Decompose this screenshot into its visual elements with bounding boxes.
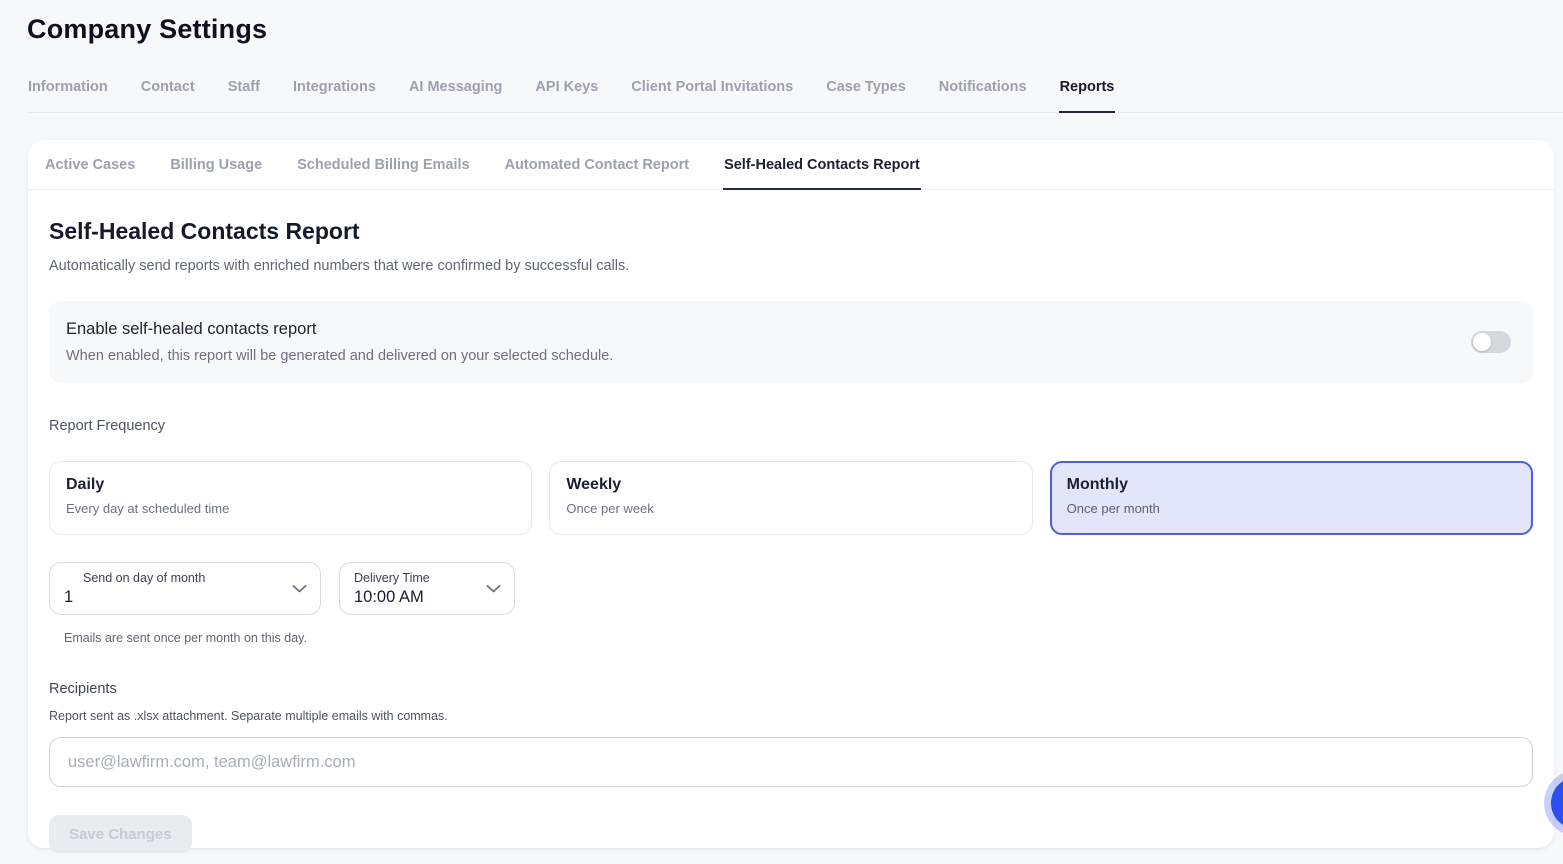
reports-card: Active Cases Billing Usage Scheduled Bil… xyxy=(28,140,1554,848)
subtab-billing-usage[interactable]: Billing Usage xyxy=(169,143,263,190)
tab-case-types[interactable]: Case Types xyxy=(825,71,907,113)
frequency-options-row: Daily Every day at scheduled time Weekly… xyxy=(49,461,1533,535)
frequency-option-subtitle: Every day at scheduled time xyxy=(66,501,515,516)
frequency-option-title: Daily xyxy=(66,476,515,494)
company-settings-page: Company Settings Information Contact Sta… xyxy=(0,0,1563,864)
day-of-month-label: Send on day of month xyxy=(83,571,286,585)
tab-staff[interactable]: Staff xyxy=(227,71,261,113)
schedule-selects-row: Send on day of month 1 Delivery Time 10:… xyxy=(49,562,1533,615)
report-section-title: Self-Healed Contacts Report xyxy=(49,218,1533,245)
enable-report-text: Enable self-healed contacts report When … xyxy=(66,320,613,364)
frequency-option-monthly[interactable]: Monthly Once per month xyxy=(1050,461,1533,535)
page-header: Company Settings xyxy=(0,0,1563,45)
settings-tabbar: Information Contact Staff Integrations A… xyxy=(27,71,1563,113)
report-frequency-label: Report Frequency xyxy=(49,418,1533,434)
subtab-automated-contact-report[interactable]: Automated Contact Report xyxy=(504,143,690,190)
enable-report-toggle[interactable] xyxy=(1471,331,1511,353)
save-changes-button[interactable]: Save Changes xyxy=(49,815,192,853)
day-of-month-select[interactable]: Send on day of month 1 xyxy=(49,562,321,615)
frequency-option-title: Monthly xyxy=(1067,476,1516,494)
report-content: Self-Healed Contacts Report Automaticall… xyxy=(28,190,1554,853)
frequency-option-subtitle: Once per week xyxy=(566,501,1015,516)
delivery-time-label: Delivery Time xyxy=(354,571,480,585)
reports-subtabbar: Active Cases Billing Usage Scheduled Bil… xyxy=(28,140,1554,190)
tab-ai-messaging[interactable]: AI Messaging xyxy=(408,71,503,113)
chevron-down-icon xyxy=(292,584,307,593)
frequency-option-title: Weekly xyxy=(566,476,1015,494)
tab-integrations[interactable]: Integrations xyxy=(292,71,377,113)
subtab-self-healed-contacts-report[interactable]: Self-Healed Contacts Report xyxy=(723,143,921,190)
recipients-label: Recipients xyxy=(49,681,1533,697)
delivery-time-value: 10:00 AM xyxy=(354,588,480,607)
recipients-input[interactable] xyxy=(49,737,1533,787)
day-of-month-value: 1 xyxy=(64,588,286,607)
schedule-hint: Emails are sent once per month on this d… xyxy=(64,631,1533,645)
tab-notifications[interactable]: Notifications xyxy=(938,71,1028,113)
recipients-hint: Report sent as .xlsx attachment. Separat… xyxy=(49,709,1533,723)
enable-report-subtitle: When enabled, this report will be genera… xyxy=(66,348,613,364)
enable-report-panel: Enable self-healed contacts report When … xyxy=(49,301,1533,383)
tab-api-keys[interactable]: API Keys xyxy=(534,71,599,113)
subtab-scheduled-billing-emails[interactable]: Scheduled Billing Emails xyxy=(296,143,470,190)
tab-information[interactable]: Information xyxy=(27,71,109,113)
delivery-time-select[interactable]: Delivery Time 10:00 AM xyxy=(339,562,515,615)
subtab-active-cases[interactable]: Active Cases xyxy=(44,143,136,190)
frequency-option-subtitle: Once per month xyxy=(1067,501,1516,516)
toggle-knob xyxy=(1473,333,1491,351)
report-section-description: Automatically send reports with enriched… xyxy=(49,258,1533,274)
tab-contact[interactable]: Contact xyxy=(140,71,196,113)
page-title: Company Settings xyxy=(27,14,1563,45)
tab-reports[interactable]: Reports xyxy=(1059,71,1116,113)
frequency-option-weekly[interactable]: Weekly Once per week xyxy=(549,461,1032,535)
enable-report-title: Enable self-healed contacts report xyxy=(66,320,613,339)
frequency-option-daily[interactable]: Daily Every day at scheduled time xyxy=(49,461,532,535)
chevron-down-icon xyxy=(486,584,501,593)
tab-client-portal-invitations[interactable]: Client Portal Invitations xyxy=(630,71,794,113)
